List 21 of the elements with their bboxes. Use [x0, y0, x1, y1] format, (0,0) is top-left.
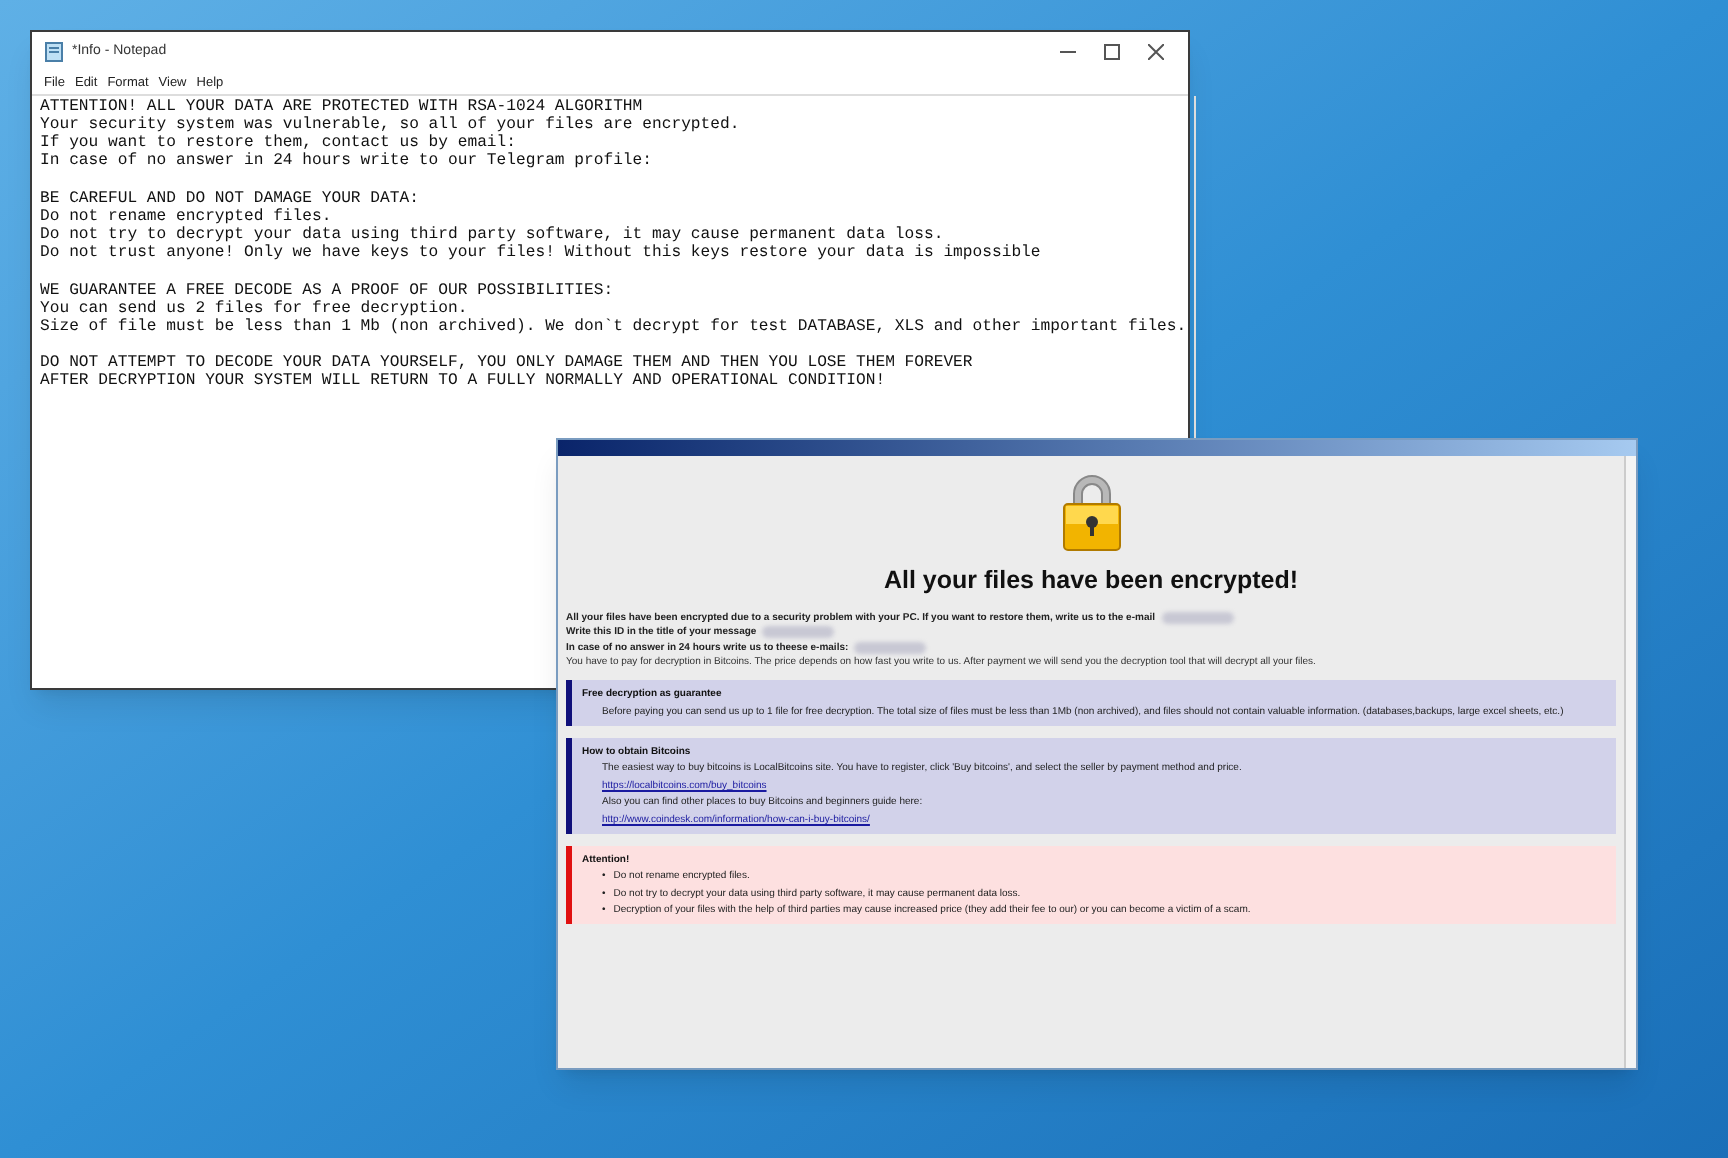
text-line: Do not try to decrypt your data using third party software, it may cause permanent data loss. [40, 226, 944, 245]
maximize-icon[interactable] [1104, 44, 1120, 60]
text-line: Your security system was vulnerable, so all of your files are encrypted. [40, 116, 742, 135]
text-line: Size of file must be less than 1 Mb (non archived). We don`t decrypt for test DATABASE, XLS and other important files. [40, 317, 1187, 336]
text-line: If you want to restore them, contact us by email: [40, 134, 516, 153]
text-line: Do not trust anyone! Only we have keys to your files! Without this keys restore your data is impossible [40, 244, 1043, 263]
heading: All your files have been encrypted! [881, 564, 1300, 598]
redacted-block [854, 641, 927, 654]
text-line: DO NOT ATTEMPT TO DECODE YOUR DATA YOURSELF, YOU ONLY DAMAGE THEM AND THEN YOU LOSE THEM FOREVER [40, 354, 975, 373]
text-line: BE CAREFUL AND DO NOT DAMAGE YOUR DATA: [40, 189, 421, 208]
text-line: In case of no answer in 24 hours write to our Telegram profile: [40, 152, 654, 172]
redacted-block [1161, 611, 1234, 624]
padlock-icon [1059, 472, 1123, 552]
redacted-block [762, 626, 835, 639]
close-icon[interactable] [1148, 44, 1164, 60]
notepad-icon [44, 42, 64, 62]
text-line: You can send us 2 files for free decryption. [40, 299, 470, 318]
text-line: AFTER DECRYPTION YOUR SYSTEM WILL RETURN TO A FULLY NORMALLY AND OPERATIONAL CONDITION! [40, 372, 888, 391]
text-line: WE GUARANTEE A FREE DECODE AS A PROOF OF OUR POSSIBILITIES: [40, 281, 616, 300]
text-line: Do not rename encrypted files. [40, 207, 334, 226]
text-line: ATTENTION! ALL YOUR DATA ARE PROTECTED WITH RSA-1024 ALGORITHM [40, 98, 645, 116]
